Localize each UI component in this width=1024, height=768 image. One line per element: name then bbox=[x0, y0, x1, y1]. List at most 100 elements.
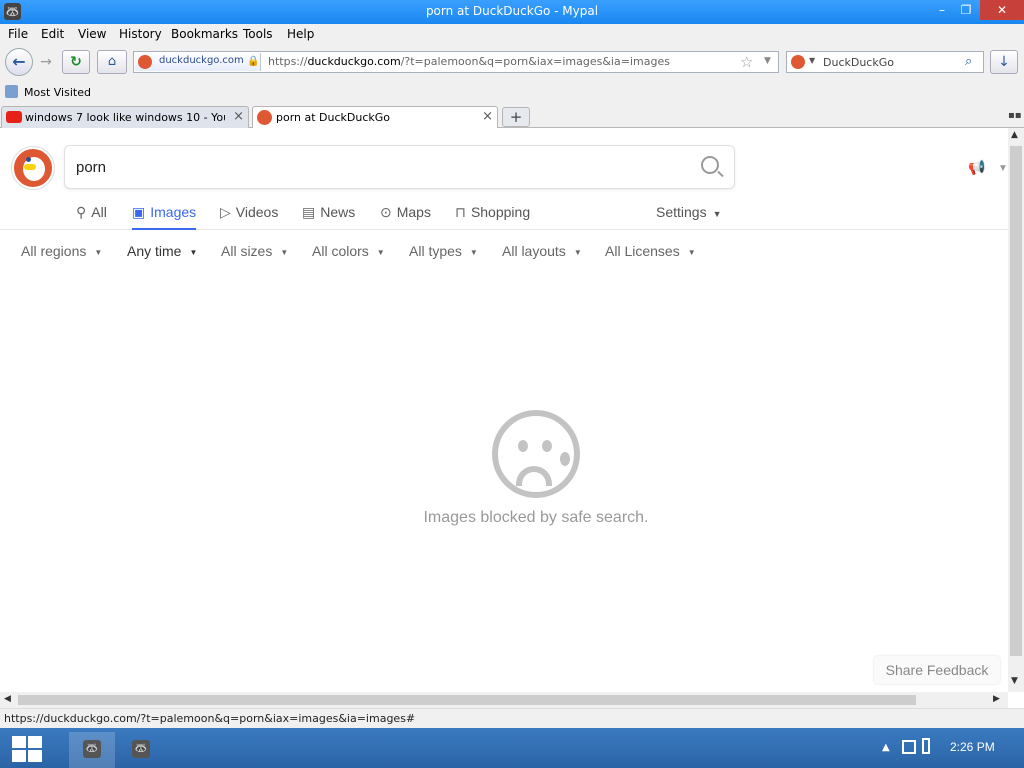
url-host: duckduckgo.com bbox=[307, 55, 401, 68]
menu-history[interactable]: History bbox=[119, 27, 162, 41]
home-button[interactable]: ⌂ bbox=[97, 50, 127, 74]
search-go-icon[interactable]: ⌕ bbox=[965, 54, 972, 69]
raccoon-app-icon: 🦝 bbox=[132, 740, 150, 758]
filter-region[interactable]: All regions ▼ bbox=[21, 243, 102, 259]
filter-label: All Licenses bbox=[605, 243, 680, 259]
menu-edit[interactable]: Edit bbox=[41, 27, 64, 41]
filter-color[interactable]: All colors ▼ bbox=[312, 243, 385, 259]
megaphone-icon[interactable]: 📢 bbox=[968, 159, 990, 175]
bookmark-most-visited[interactable]: Most Visited bbox=[24, 86, 91, 99]
tab-list-icon[interactable]: ▪▪ bbox=[1008, 110, 1022, 121]
taskbar-mypal-browser[interactable]: 🦝 bbox=[69, 732, 115, 768]
bookmark-star-icon[interactable]: ☆ bbox=[740, 53, 753, 71]
shopping-bag-icon: ⊓ bbox=[455, 204, 466, 220]
scroll-right-arrow-icon[interactable]: ▶ bbox=[993, 694, 1000, 704]
duckduckgo-engine-icon[interactable] bbox=[791, 55, 805, 69]
tab-youtube[interactable]: windows 7 look like windows 10 - You... … bbox=[1, 106, 249, 128]
maximize-button[interactable]: ❐ bbox=[952, 0, 980, 20]
identity-domain: duckduckgo.com bbox=[159, 55, 244, 66]
scrollbar-thumb[interactable] bbox=[1010, 146, 1022, 656]
search-query[interactable]: porn bbox=[76, 159, 106, 176]
tab-duckduckgo[interactable]: porn at DuckDuckGo × bbox=[252, 106, 498, 129]
bookmarks-toolbar: Most Visited bbox=[0, 82, 1024, 102]
site-identity-button[interactable]: duckduckgo.com 🔒 bbox=[135, 53, 261, 71]
scroll-up-arrow-icon[interactable]: ▲ bbox=[1011, 130, 1018, 140]
search-input[interactable]: porn bbox=[64, 145, 735, 189]
new-tab-button[interactable]: + bbox=[502, 107, 530, 127]
filter-license[interactable]: All Licenses ▼ bbox=[605, 243, 696, 259]
chevron-down-icon: ▼ bbox=[687, 247, 696, 257]
taskbar-clock[interactable]: 2:26 PM bbox=[950, 740, 995, 754]
scrollbar-thumb[interactable] bbox=[18, 695, 916, 705]
forward-button[interactable]: → bbox=[35, 52, 57, 74]
duckduckgo-logo[interactable] bbox=[12, 147, 54, 189]
tab-close-icon[interactable]: × bbox=[482, 109, 493, 124]
settings-dropdown[interactable]: Settings ▼ bbox=[656, 204, 722, 220]
sad-face-tear bbox=[560, 452, 570, 466]
start-button[interactable] bbox=[12, 736, 44, 764]
tab-all-label: All bbox=[91, 204, 107, 220]
filter-size[interactable]: All sizes ▼ bbox=[221, 243, 288, 259]
filter-type[interactable]: All types ▼ bbox=[409, 243, 478, 259]
scroll-down-arrow-icon[interactable]: ▼ bbox=[1011, 676, 1018, 686]
close-window-button[interactable]: ✕ bbox=[980, 0, 1024, 20]
tab-label: porn at DuckDuckGo bbox=[276, 111, 391, 124]
window-titlebar: 🦝 porn at DuckDuckGo - Mypal – ❐ ✕ bbox=[0, 0, 1024, 24]
share-feedback-button[interactable]: Share Feedback bbox=[874, 656, 1000, 684]
reload-button[interactable]: ↻ bbox=[62, 50, 90, 74]
tab-images-label: Images bbox=[150, 204, 197, 220]
chevron-down-icon: ▼ bbox=[94, 247, 103, 257]
window-title: porn at DuckDuckGo - Mypal bbox=[425, 4, 599, 18]
horizontal-scrollbar[interactable]: ◀ ▶ bbox=[0, 692, 1008, 708]
show-hidden-icons-icon[interactable]: ▲ bbox=[882, 742, 890, 753]
tab-close-icon[interactable]: × bbox=[233, 109, 244, 124]
filter-layout[interactable]: All layouts ▼ bbox=[502, 243, 582, 259]
chevron-down-icon[interactable]: ▼ bbox=[998, 163, 1008, 174]
tab-videos-label: Videos bbox=[235, 204, 279, 220]
blocked-message: Images blocked by safe search. bbox=[423, 509, 649, 526]
menu-help[interactable]: Help bbox=[287, 27, 314, 41]
search-engine-placeholder: DuckDuckGo bbox=[823, 56, 894, 69]
status-bar: https://duckduckgo.com/?t=palemoon&q=por… bbox=[0, 708, 1024, 728]
downloads-button[interactable]: ↓ bbox=[990, 50, 1018, 74]
page-content: porn 📢 ▼ ⚲ All ▣ Images ▷ Videos ▤ News ⊙ Map… bbox=[0, 128, 1008, 692]
duckduckgo-favicon-icon bbox=[138, 55, 152, 69]
navigation-toolbar: ← → ↻ ⌂ duckduckgo.com 🔒 https://duckduc… bbox=[0, 44, 1024, 82]
tab-maps[interactable]: ⊙ Maps bbox=[380, 204, 431, 230]
battery-icon[interactable] bbox=[922, 738, 930, 754]
scroll-left-arrow-icon[interactable]: ◀ bbox=[4, 694, 11, 704]
url-bar[interactable]: duckduckgo.com 🔒 https://duckduckgo.com/… bbox=[133, 51, 779, 73]
vertical-scrollbar[interactable]: ▲ ▼ bbox=[1008, 128, 1024, 692]
filter-label: All types bbox=[409, 243, 462, 259]
filter-label: Any time bbox=[127, 243, 182, 259]
logo-beak bbox=[24, 164, 36, 170]
search-engine-bar[interactable]: ▼ DuckDuckGo ⌕ bbox=[786, 51, 984, 73]
play-icon: ▷ bbox=[220, 204, 231, 220]
network-icon[interactable] bbox=[902, 740, 916, 754]
menu-view[interactable]: View bbox=[78, 27, 106, 41]
menu-bar: File Edit View History Bookmarks Tools H… bbox=[0, 24, 1024, 44]
tab-news-label: News bbox=[320, 204, 356, 220]
tab-videos[interactable]: ▷ Videos bbox=[220, 204, 278, 230]
url-history-dropdown-icon[interactable]: ▼ bbox=[764, 56, 771, 66]
engine-dropdown-icon[interactable]: ▼ bbox=[809, 56, 815, 65]
chevron-down-icon: ▼ bbox=[573, 247, 582, 257]
taskbar-app[interactable]: 🦝 bbox=[118, 732, 164, 768]
search-icon: ⚲ bbox=[76, 204, 87, 220]
url-text[interactable]: https://duckduckgo.com/?t=palemoon&q=por… bbox=[268, 55, 670, 68]
menu-tools[interactable]: Tools bbox=[243, 27, 273, 41]
menu-file[interactable]: File bbox=[8, 27, 28, 41]
sad-face-mouth bbox=[516, 466, 552, 486]
tab-images[interactable]: ▣ Images bbox=[132, 204, 197, 230]
image-filters: All regions ▼ Any time ▼ All sizes ▼ All co… bbox=[0, 238, 1008, 266]
search-icon[interactable] bbox=[701, 156, 719, 174]
tab-all[interactable]: ⚲ All bbox=[76, 204, 107, 230]
filter-label: All sizes bbox=[221, 243, 273, 259]
filter-time[interactable]: Any time ▼ bbox=[127, 243, 197, 259]
back-button[interactable]: ← bbox=[5, 48, 33, 76]
menu-bookmarks[interactable]: Bookmarks bbox=[171, 27, 238, 41]
newspaper-icon: ▤ bbox=[302, 204, 316, 220]
tab-news[interactable]: ▤ News bbox=[302, 204, 355, 230]
tab-shopping[interactable]: ⊓ Shopping bbox=[455, 204, 530, 230]
image-icon: ▣ bbox=[132, 204, 146, 220]
